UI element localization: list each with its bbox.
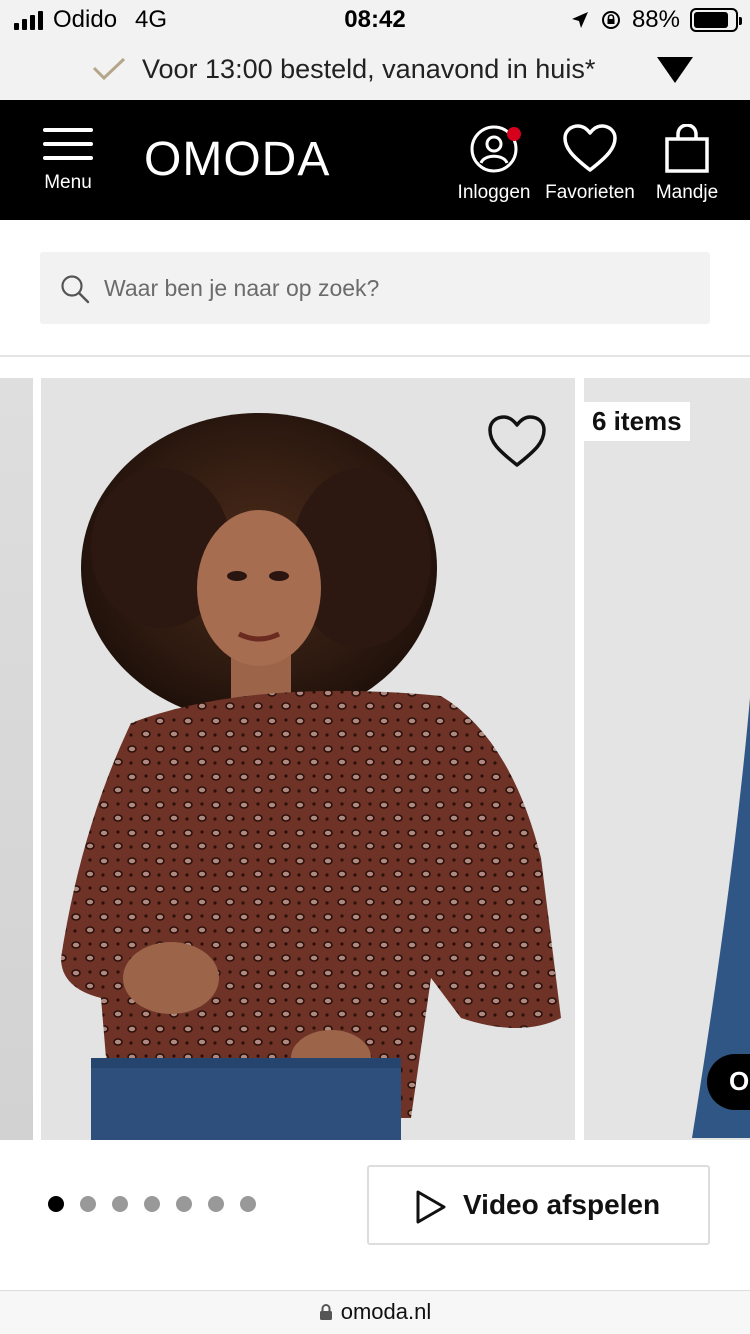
menu-label: Menu [44,172,92,193]
favorites-label: Favorieten [545,182,635,203]
play-video-button[interactable]: Video afspelen [367,1165,710,1245]
check-icon [92,57,126,81]
cart-label: Mandje [655,182,719,203]
pagination-dot[interactable] [112,1196,128,1212]
battery-percent: 88% [631,6,680,33]
add-to-favorites-heart-icon[interactable] [486,414,548,470]
login-label: Inloggen [457,182,531,203]
cart-button[interactable]: Mandje [652,123,722,204]
product-image[interactable] [41,378,575,1140]
rotation-lock-icon [601,11,620,29]
omoda-logo[interactable]: OMODA [144,132,330,188]
login-button[interactable]: Inloggen [456,124,532,204]
notification-dot [507,127,521,141]
search-icon [61,275,90,304]
lock-icon [319,1304,332,1320]
delivery-banner[interactable]: Voor 13:00 besteld, vanavond in huis* [0,40,750,100]
search-bar [40,252,710,324]
next-product-slide[interactable]: 6 items O [584,378,750,1140]
triangle-down-icon[interactable] [656,56,694,84]
menu-button[interactable]: Menu [40,128,96,198]
pagination-dot[interactable] [240,1196,256,1212]
divider [0,355,750,357]
pagination-dot[interactable] [208,1196,224,1212]
url-text: omoda.nl [340,1299,432,1324]
pagination-dot[interactable] [48,1196,64,1212]
site-header: Menu OMODA Inloggen Favorieten Mandje [0,100,750,220]
previous-product-slide[interactable] [0,378,33,1140]
pagination-dot[interactable] [144,1196,160,1212]
shopping-bag-icon [665,123,709,173]
pagination-dot[interactable] [176,1196,192,1212]
search-input[interactable] [102,252,682,324]
status-bar: Odido 4G 08:42 88% [0,0,750,40]
model-photo [41,378,575,1140]
carousel-pagination [48,1196,256,1212]
delivery-text: Voor 13:00 besteld, vanavond in huis* [142,54,596,84]
items-count-badge: 6 items [584,402,690,441]
browser-url-bar[interactable]: omoda.nl [0,1290,750,1334]
heart-icon [563,124,617,172]
play-video-label: Video afspelen [463,1189,661,1220]
play-icon [416,1190,446,1224]
pagination-dot[interactable] [80,1196,96,1212]
favorites-button[interactable]: Favorieten [542,124,638,204]
location-icon [571,12,588,28]
jeans-photo [584,378,750,1140]
battery-icon [690,8,742,32]
